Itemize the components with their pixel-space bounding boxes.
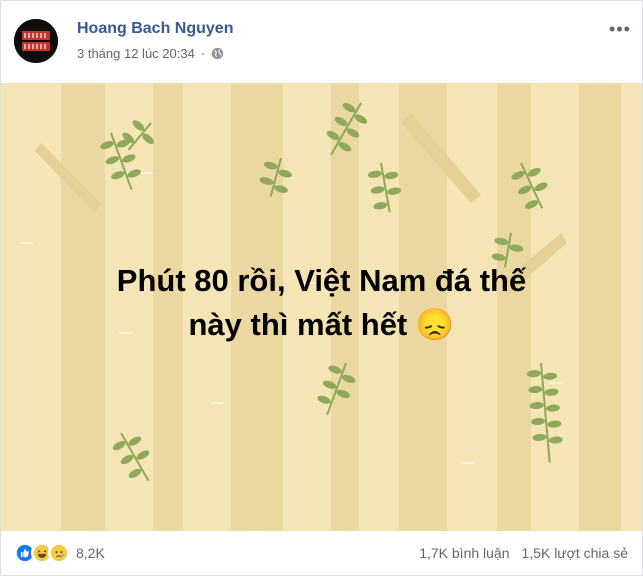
post-footer: 8,2K 1,7K bình luận 1,5K lượt chia sẻ [1,531,642,575]
post-meta: 3 tháng 12 lúc 20:34 · [77,46,224,61]
colored-background-post: Phút 80 rồi, Việt Nam đá thế này thì mất… [1,83,642,531]
post-text-line-1: Phút 80 rồi, Việt Nam đá thế [116,263,527,298]
post-text: Phút 80 rồi, Việt Nam đá thế này thì mất… [41,259,602,347]
avatar-logo-icon [14,19,58,63]
reactions-summary[interactable]: 8,2K [14,542,105,564]
post-timestamp[interactable]: 3 tháng 12 lúc 20:34 [77,46,195,61]
globe-icon[interactable] [211,47,224,60]
post-card: Hoang Bach Nguyen 3 tháng 12 lúc 20:34 ·… [0,0,643,576]
sad-icon [48,542,70,564]
author-name[interactable]: Hoang Bach Nguyen [77,20,233,38]
reaction-count[interactable]: 8,2K [76,545,105,561]
comments-count[interactable]: 1,7K bình luận [419,545,509,561]
engagement-stats: 1,7K bình luận 1,5K lượt chia sẻ [419,545,628,561]
disappointed-face-icon: 😞 [415,307,455,342]
shares-count[interactable]: 1,5K lượt chia sẻ [522,545,629,561]
more-options-icon[interactable]: ••• [608,17,632,41]
post-header: Hoang Bach Nguyen 3 tháng 12 lúc 20:34 ·… [1,1,642,83]
post-text-line-2: này thì mất hết 😞 [188,307,455,342]
avatar[interactable] [14,19,58,63]
